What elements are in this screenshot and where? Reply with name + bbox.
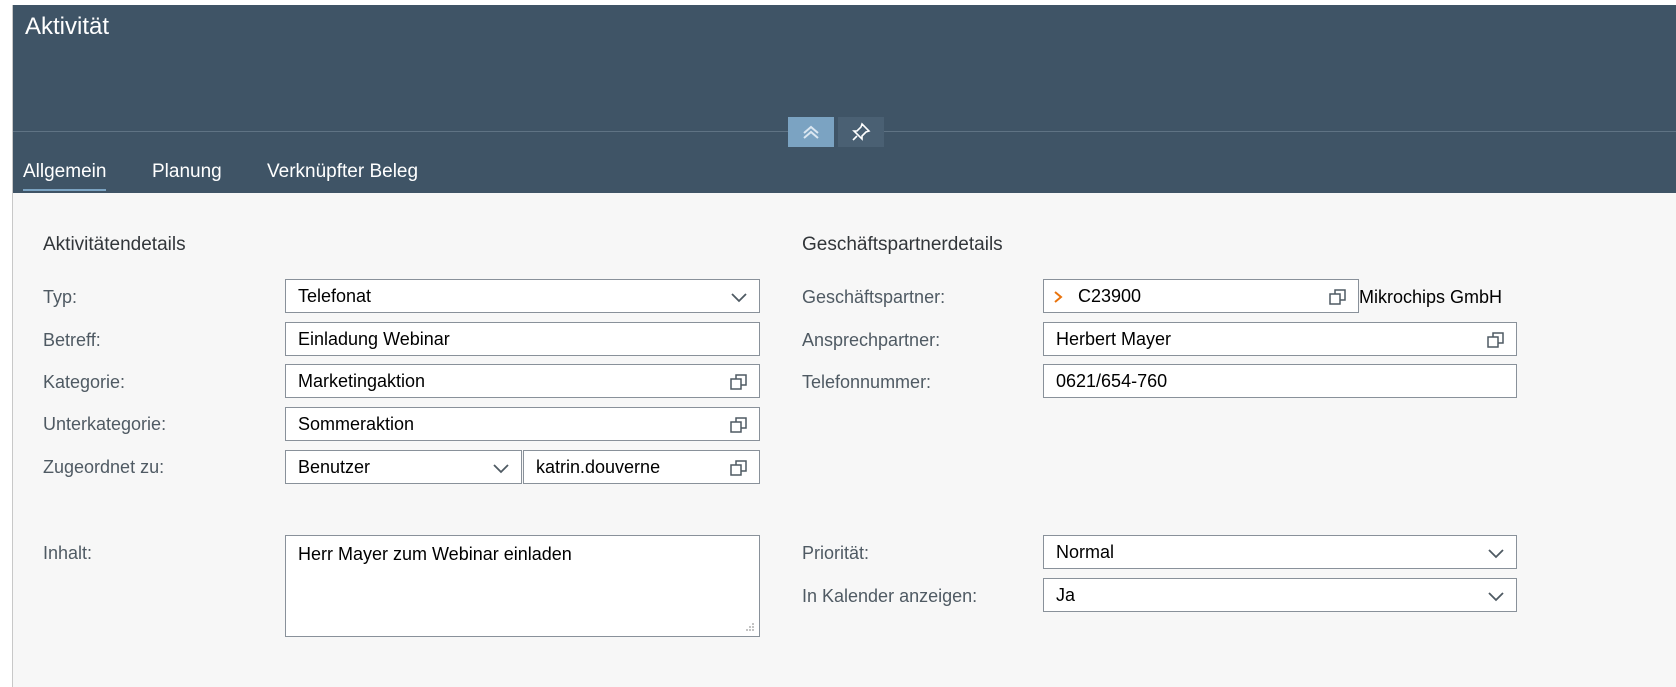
telefonnummer-input[interactable]: 0621/654-760 xyxy=(1043,364,1517,398)
telefonnummer-label: Telefonnummer: xyxy=(802,372,932,392)
prioritaet-value: Normal xyxy=(1056,542,1115,562)
double-chevron-up-icon xyxy=(803,125,819,139)
geschaeftspartner-input[interactable]: C23900 xyxy=(1043,279,1359,313)
kategorie-input[interactable]: Marketingaktion xyxy=(285,364,760,398)
pin-icon xyxy=(852,122,871,141)
inhalt-textarea[interactable]: Herr Mayer zum Webinar einladen xyxy=(285,535,760,637)
partner-details-title: Geschäftspartnerdetails xyxy=(802,234,1003,255)
kalender-select[interactable]: Ja xyxy=(1043,578,1517,612)
telefonnummer-value: 0621/654-760 xyxy=(1056,371,1168,391)
collapse-header-button[interactable] xyxy=(788,117,834,147)
unterkategorie-label: Unterkategorie: xyxy=(43,414,167,434)
chevron-down-icon[interactable] xyxy=(1486,586,1506,606)
chevron-down-icon[interactable] xyxy=(491,458,511,478)
kalender-value: Ja xyxy=(1056,585,1076,605)
typ-value: Telefonat xyxy=(298,286,372,306)
value-help-icon[interactable] xyxy=(729,458,749,478)
ansprechpartner-value: Herbert Mayer xyxy=(1056,329,1172,349)
prioritaet-select[interactable]: Normal xyxy=(1043,535,1517,569)
page-title: Aktivität xyxy=(25,13,110,40)
zugeordnet-type-select[interactable]: Benutzer xyxy=(285,450,522,484)
inhalt-value: Herr Mayer zum Webinar einladen xyxy=(298,544,572,564)
unterkategorie-input[interactable]: Sommeraktion xyxy=(285,407,760,441)
tab-allgemein[interactable]: Allgemein xyxy=(23,161,107,191)
typ-select[interactable]: Telefonat xyxy=(285,279,760,313)
activity-window: Aktivität Allgemein Planung Verknüpfter … xyxy=(12,5,1676,687)
betreff-input[interactable]: Einladung Webinar xyxy=(285,322,760,356)
object-header: Aktivität Allgemein Planung Verknüpfter … xyxy=(13,5,1676,193)
link-arrow-icon[interactable] xyxy=(1052,290,1064,304)
value-help-icon[interactable] xyxy=(1486,330,1506,350)
zugeordnet-user-value: katrin.douverne xyxy=(536,457,661,477)
geschaeftspartner-label: Geschäftspartner: xyxy=(802,287,946,307)
tab-planung[interactable]: Planung xyxy=(152,161,222,183)
kalender-label: In Kalender anzeigen: xyxy=(802,586,978,606)
zugeordnet-type-value: Benutzer xyxy=(298,457,371,477)
betreff-value: Einladung Webinar xyxy=(298,329,450,349)
kategorie-label: Kategorie: xyxy=(43,372,126,392)
value-help-icon[interactable] xyxy=(1328,287,1348,307)
tab-verknuepfter-beleg[interactable]: Verknüpfter Beleg xyxy=(267,161,418,183)
unterkategorie-value: Sommeraktion xyxy=(298,414,415,434)
prioritaet-label: Priorität: xyxy=(802,543,870,563)
value-help-icon[interactable] xyxy=(729,415,749,435)
zugeordnet-user-input[interactable]: katrin.douverne xyxy=(523,450,760,484)
kategorie-value: Marketingaktion xyxy=(298,371,426,391)
betreff-label: Betreff: xyxy=(43,330,101,350)
geschaeftspartner-name: Mikrochips GmbH xyxy=(1359,287,1503,307)
pin-header-button[interactable] xyxy=(838,117,884,147)
zugeordnet-label: Zugeordnet zu: xyxy=(43,457,165,477)
header-divider-right xyxy=(884,131,1676,132)
inhalt-label: Inhalt: xyxy=(43,543,93,563)
ansprechpartner-label: Ansprechpartner: xyxy=(802,330,941,350)
geschaeftspartner-value: C23900 xyxy=(1078,286,1142,306)
chevron-down-icon[interactable] xyxy=(1486,543,1506,563)
ansprechpartner-input[interactable]: Herbert Mayer xyxy=(1043,322,1517,356)
resize-grip-icon[interactable] xyxy=(745,622,755,632)
activity-details-title: Aktivitätendetails xyxy=(43,234,186,255)
chevron-down-icon[interactable] xyxy=(729,287,749,307)
header-divider-left xyxy=(13,131,788,132)
typ-label: Typ: xyxy=(43,287,78,307)
value-help-icon[interactable] xyxy=(729,372,749,392)
